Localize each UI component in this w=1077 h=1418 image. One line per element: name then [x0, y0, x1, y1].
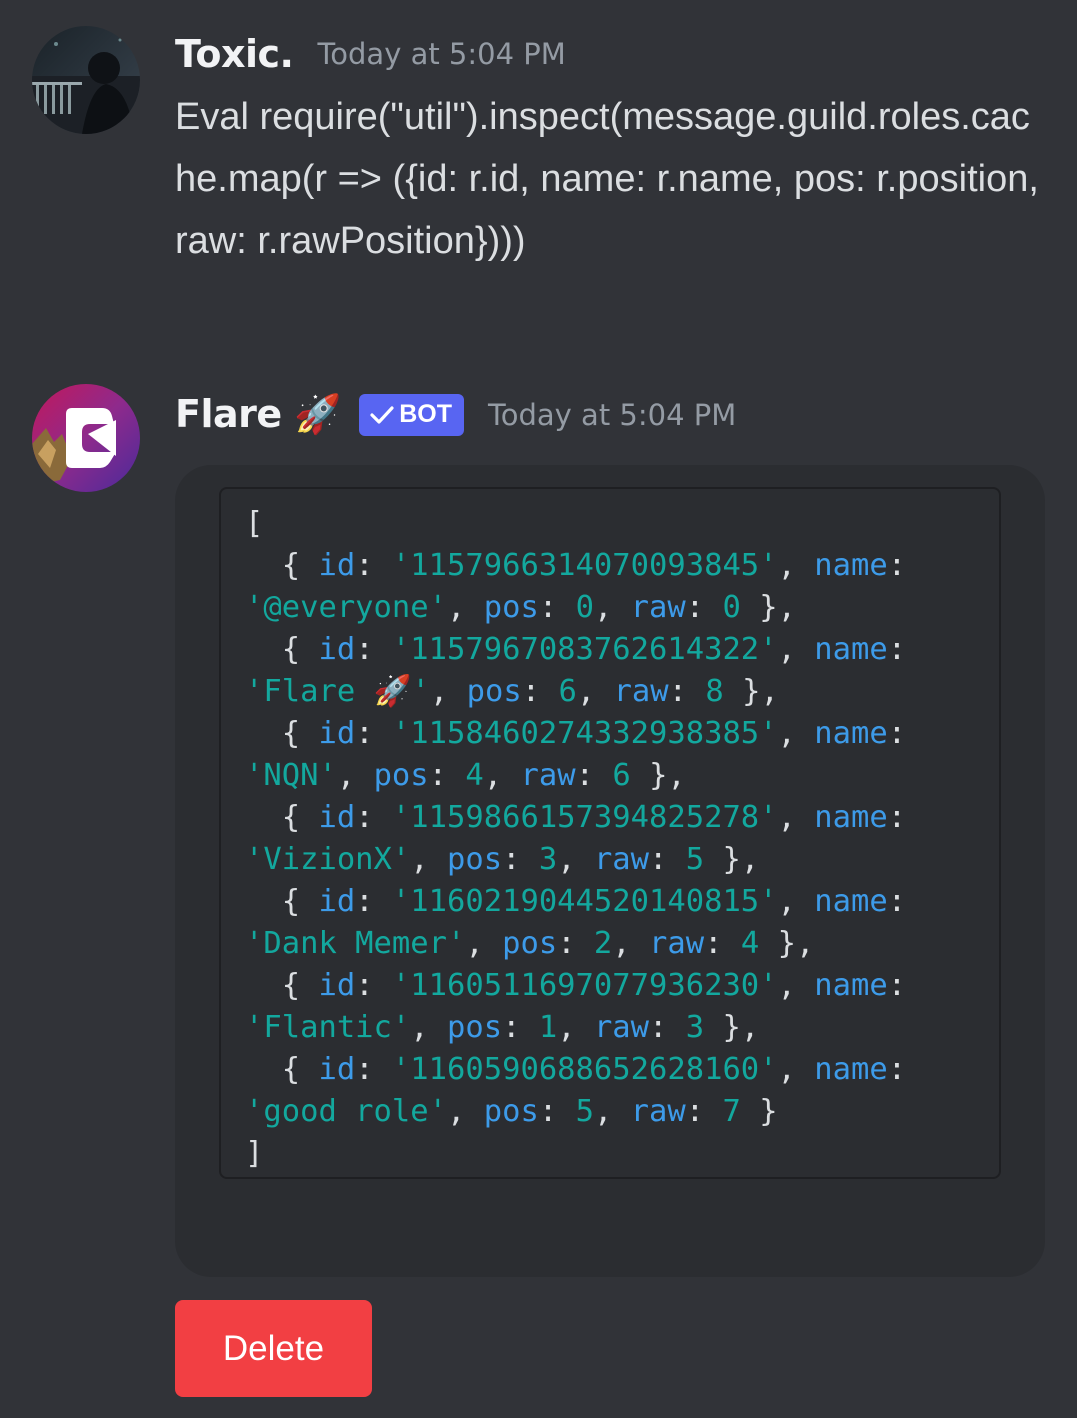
role-pos: 1 — [538, 1010, 558, 1045]
role-id: '1160219044520140815' — [391, 884, 778, 919]
code-line: { id: '1157966314070093845', name: — [245, 548, 907, 583]
role-pos: 0 — [575, 590, 594, 625]
code-line: 'VizionX', pos: 3, raw: 5 }, — [245, 842, 760, 877]
role-name: 'Dank Memer' — [245, 926, 466, 961]
role-id: '1159866157394825278' — [391, 800, 778, 835]
code-line: 'Flare 🚀', pos: 6, raw: 8 }, — [245, 674, 779, 709]
author-name[interactable]: Flare 🚀 — [175, 392, 342, 437]
code-line: 'NQN', pos: 4, raw: 6 }, — [245, 758, 686, 793]
author-name[interactable]: Toxic. — [175, 32, 294, 76]
role-pos: 5 — [575, 1094, 594, 1129]
role-pos: 3 — [538, 842, 558, 877]
role-id: '1160590688652628160' — [391, 1052, 778, 1087]
role-id: '1157967083762614322' — [391, 632, 778, 667]
role-raw: 6 — [612, 758, 631, 793]
code-line: 'Dank Memer', pos: 2, raw: 4 }, — [245, 926, 815, 961]
code-line: { id: '1160219044520140815', name: — [245, 884, 907, 919]
role-raw: 3 — [685, 1010, 705, 1045]
role-name: 'VizionX' — [245, 842, 411, 877]
embed: [ { id: '1157966314070093845', name: '@ev… — [175, 465, 1045, 1277]
code-line: { id: '1159866157394825278', name: — [245, 800, 907, 835]
avatar-toxic[interactable] — [32, 26, 140, 134]
code-line: '@everyone', pos: 0, raw: 0 }, — [245, 590, 796, 625]
user-avatar-icon — [32, 26, 140, 134]
code-line: { id: '1160511697077936230', name: — [245, 968, 907, 1003]
role-name: '@everyone' — [245, 590, 447, 625]
role-name: 'Flantic' — [245, 1010, 411, 1045]
code-line: ] — [245, 1133, 999, 1175]
message-content: Eval require("util").inspect(message.gui… — [175, 96, 1039, 262]
role-raw: 0 — [722, 590, 741, 625]
role-name: 'good role' — [245, 1094, 447, 1129]
code-line: { id: '1158460274332938385', name: — [245, 716, 907, 751]
delete-button[interactable]: Delete — [175, 1300, 372, 1397]
role-pos: 4 — [465, 758, 484, 793]
verified-check-icon — [370, 405, 394, 424]
role-id: '1158460274332938385' — [391, 716, 778, 751]
code-block[interactable]: [ { id: '1157966314070093845', name: '@ev… — [219, 487, 1001, 1179]
code-line: 'Flantic', pos: 1, raw: 3 }, — [245, 1010, 760, 1045]
role-pos: 6 — [558, 674, 577, 709]
role-raw: 4 — [740, 926, 760, 961]
role-pos: 2 — [593, 926, 613, 961]
role-raw: 5 — [685, 842, 705, 877]
code-open-bracket: [ — [245, 506, 264, 541]
role-id: '1157966314070093845' — [391, 548, 778, 583]
code-close-bracket: ] — [245, 1136, 264, 1171]
code-line: 'good role', pos: 5, raw: 7 } — [245, 1094, 778, 1129]
message-timestamp: Today at 5:04 PM — [317, 37, 566, 71]
code-line: { id: '1157967083762614322', name: — [245, 632, 907, 667]
bot-badge-label: BOT — [399, 400, 452, 428]
role-id: '1160511697077936230' — [391, 968, 778, 1003]
bot-avatar-icon — [32, 384, 140, 492]
role-name: 'Flare 🚀' — [245, 674, 430, 709]
role-raw: 8 — [705, 674, 724, 709]
code-line: { id: '1160590688652628160', name: — [245, 1052, 907, 1087]
role-raw: 7 — [722, 1094, 741, 1129]
message-timestamp: Today at 5:04 PM — [487, 397, 737, 432]
role-name: 'NQN' — [245, 758, 337, 793]
avatar-flare[interactable] — [32, 384, 140, 492]
bot-badge: BOT — [359, 393, 464, 436]
code-line: [ — [245, 503, 999, 545]
